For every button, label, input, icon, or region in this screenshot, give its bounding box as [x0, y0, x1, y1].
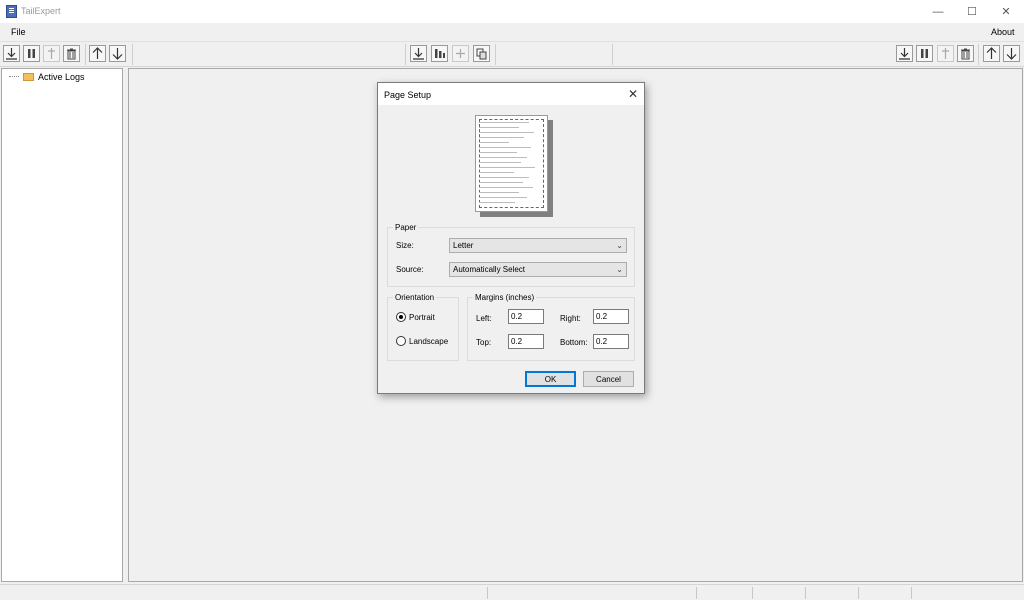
copy-icon[interactable] — [473, 45, 490, 62]
size-label: Size: — [396, 241, 414, 250]
app-icon — [6, 5, 17, 18]
landscape-radio[interactable] — [396, 336, 406, 346]
left-margin-input[interactable]: 0.2 — [508, 309, 544, 324]
window-title: TailExpert — [21, 6, 61, 16]
page-setup-dialog: Page Setup ✕ Paper Size: Letter ⌄ Source… — [377, 82, 645, 394]
pause-icon[interactable] — [916, 45, 933, 62]
close-button[interactable]: ✕ — [989, 0, 1023, 23]
title-bar: TailExpert — ☐ ✕ — [0, 0, 1024, 23]
bottom-margin-input[interactable]: 0.2 — [593, 334, 629, 349]
menu-about[interactable]: About — [991, 27, 1015, 37]
left-margin-label: Left: — [476, 314, 492, 323]
dialog-title-bar: Page Setup ✕ — [378, 83, 644, 105]
minimize-button[interactable]: — — [921, 0, 955, 23]
tree-item-active-logs[interactable]: Active Logs — [9, 72, 85, 82]
folder-icon — [23, 73, 34, 81]
dialog-title: Page Setup — [384, 90, 432, 100]
source-value: Automatically Select — [453, 265, 526, 274]
trash-icon[interactable] — [957, 45, 974, 62]
dialog-close-icon[interactable]: ✕ — [628, 87, 638, 101]
columns-icon[interactable] — [431, 45, 448, 62]
menu-file[interactable]: File — [11, 27, 26, 37]
align-bottom-icon[interactable] — [410, 45, 427, 62]
size-select[interactable]: Letter ⌄ — [449, 238, 627, 253]
top-margin-input[interactable]: 0.2 — [508, 334, 544, 349]
pause-icon[interactable] — [23, 45, 40, 62]
log-tree[interactable]: Active Logs — [1, 68, 123, 582]
arrow-down-icon[interactable] — [1003, 45, 1020, 62]
orientation-group: Orientation — [387, 293, 459, 361]
maximize-button[interactable]: ☐ — [955, 0, 989, 23]
top-margin-label: Top: — [476, 338, 492, 347]
size-value: Letter — [453, 241, 474, 250]
download-icon[interactable] — [3, 45, 20, 62]
margins-legend: Margins (inches) — [475, 293, 535, 302]
source-label: Source: — [396, 265, 424, 274]
menu-bar: File About — [0, 23, 1024, 41]
add-column-icon[interactable] — [43, 45, 60, 62]
merge-icon[interactable] — [452, 45, 469, 62]
trash-icon[interactable] — [63, 45, 80, 62]
paper-group: Paper — [387, 223, 635, 287]
arrow-down-icon[interactable] — [109, 45, 126, 62]
chevron-down-icon: ⌄ — [616, 241, 623, 250]
paper-legend: Paper — [395, 223, 417, 232]
arrow-up-icon[interactable] — [983, 45, 1000, 62]
arrow-up-icon[interactable] — [89, 45, 106, 62]
download-icon[interactable] — [896, 45, 913, 62]
bottom-margin-label: Bottom: — [560, 338, 588, 347]
tree-item-label: Active Logs — [38, 72, 85, 82]
chevron-down-icon: ⌄ — [616, 265, 623, 274]
source-select[interactable]: Automatically Select ⌄ — [449, 262, 627, 277]
right-margin-input[interactable]: 0.2 — [593, 309, 629, 324]
right-margin-label: Right: — [560, 314, 581, 323]
add-column-icon[interactable] — [937, 45, 954, 62]
toolbar — [0, 41, 1024, 67]
landscape-label[interactable]: Landscape — [409, 337, 448, 346]
status-bar — [0, 584, 1024, 600]
orientation-legend: Orientation — [395, 293, 435, 302]
margins-group: Margins (inches) — [467, 293, 635, 361]
cancel-button[interactable]: Cancel — [583, 371, 634, 387]
page-preview — [475, 115, 553, 219]
ok-button[interactable]: OK — [525, 371, 576, 387]
preview-page — [475, 115, 548, 212]
portrait-label[interactable]: Portrait — [409, 313, 435, 322]
portrait-radio[interactable] — [396, 312, 406, 322]
